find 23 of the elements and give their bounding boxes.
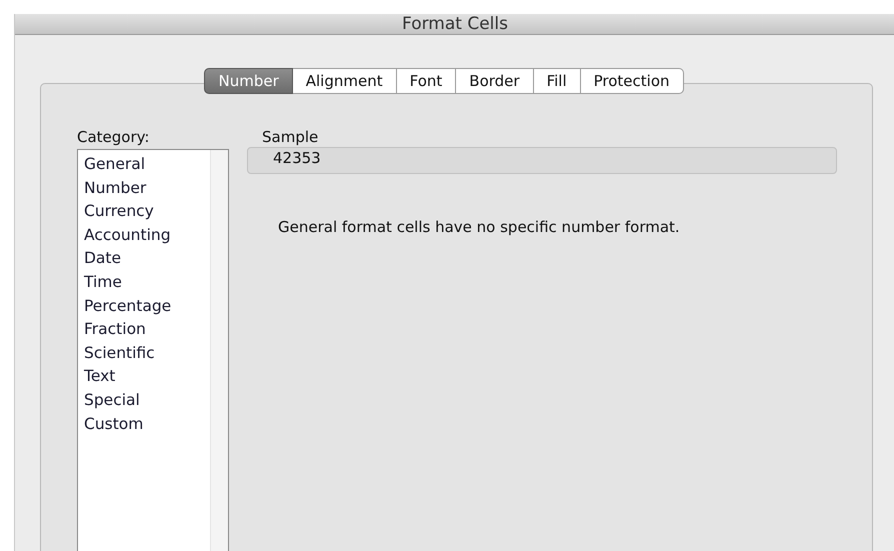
tab[interactable]: Number	[204, 68, 293, 94]
category-item[interactable]: Custom	[84, 412, 210, 436]
tab[interactable]: Alignment	[292, 68, 397, 94]
window-title: Format Cells	[402, 14, 508, 34]
category-item[interactable]: General	[84, 153, 210, 177]
category-item[interactable]: Percentage	[84, 294, 210, 318]
tab[interactable]: Protection	[580, 68, 684, 94]
tab[interactable]: Font	[396, 68, 456, 94]
category-item[interactable]: Time	[84, 270, 210, 295]
category-item[interactable]: Date	[84, 247, 210, 271]
category-item[interactable]: Scientific	[84, 342, 210, 366]
description-text: General format cells have no specific number format.	[278, 218, 681, 236]
category-item[interactable]: Text	[84, 365, 210, 389]
category-item[interactable]: Special	[84, 388, 210, 413]
tab[interactable]: Border	[456, 68, 534, 94]
category-label: Category:	[77, 128, 150, 146]
category-item[interactable]: Accounting	[84, 224, 210, 248]
category-item[interactable]: Currency	[84, 200, 210, 224]
tab[interactable]: Fill	[534, 68, 581, 94]
sample-label: Sample	[262, 128, 320, 146]
category-item[interactable]: Number	[84, 176, 210, 200]
sample-field: 42353	[247, 147, 837, 174]
category-item[interactable]: Fraction	[84, 318, 210, 342]
